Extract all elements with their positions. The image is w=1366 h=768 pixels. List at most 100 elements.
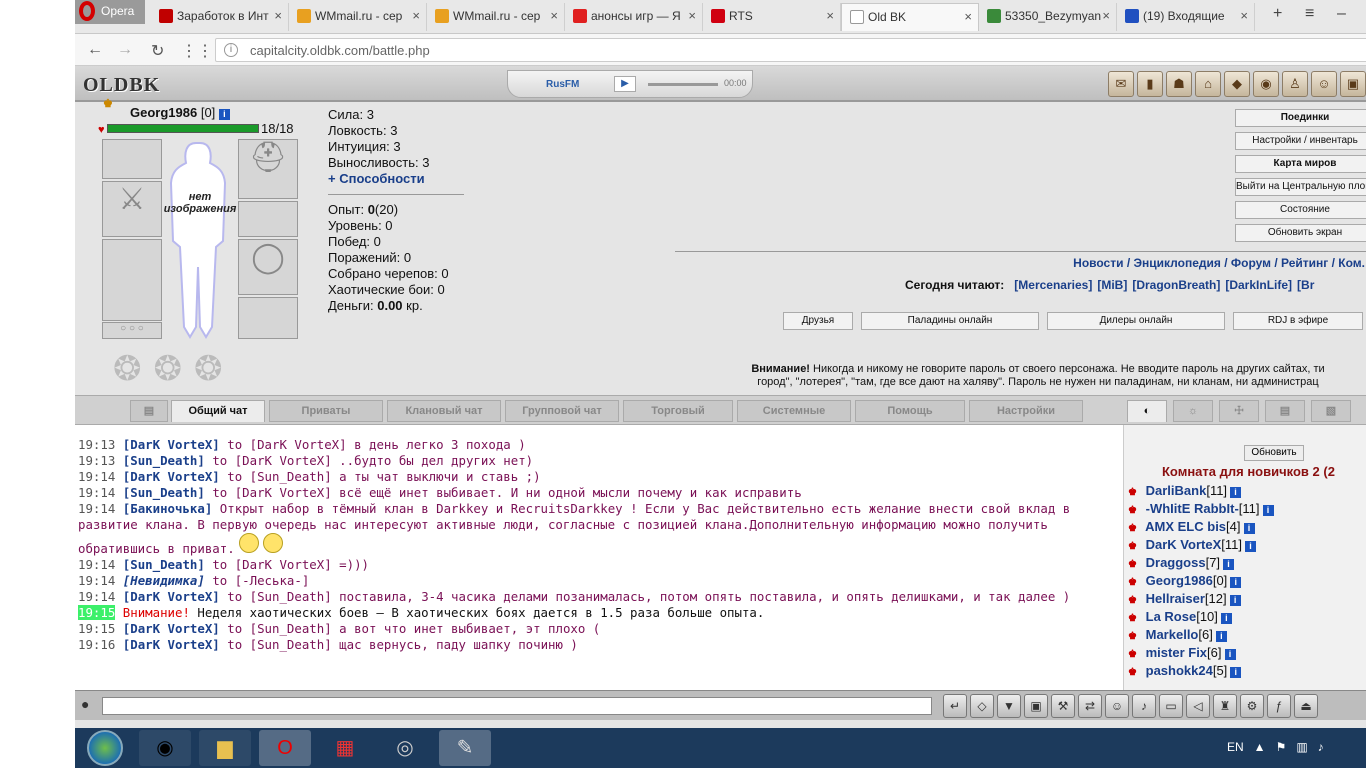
clan-link[interactable]: [DarkInLife] — [1225, 278, 1292, 292]
action-button[interactable]: Настройки / инвентарь — [1235, 132, 1366, 150]
chat-tool-icon[interactable]: ♜ — [1213, 694, 1237, 718]
chat-tool-icon[interactable]: ⇄ — [1078, 694, 1102, 718]
action-button[interactable]: Поединки — [1235, 109, 1366, 127]
browser-tab[interactable]: RTS × — [703, 3, 841, 31]
chat-tool-icon[interactable]: ◁ — [1186, 694, 1210, 718]
user-name[interactable]: mister Fix — [1146, 645, 1207, 660]
chat-target[interactable]: [Sun_Death] — [250, 637, 332, 652]
toolbar-icon[interactable]: ▣ — [1340, 71, 1366, 97]
browser-tab[interactable]: анонсы игр — Я × — [565, 3, 703, 31]
slot-boots[interactable] — [238, 297, 298, 339]
tab-close-icon[interactable]: × — [1102, 8, 1110, 23]
chat-nick[interactable]: [DarK VorteX] — [123, 469, 220, 484]
play-button[interactable]: ▶ — [614, 76, 636, 92]
chat-nick[interactable]: [Sun_Death] — [123, 453, 205, 468]
chat-nick[interactable]: [Sun_Death] — [123, 485, 205, 500]
info-icon[interactable]: i — [1224, 649, 1236, 660]
chat-tab[interactable]: Клановый чат — [387, 400, 501, 422]
tab-menu-icon[interactable]: ≡ — [1305, 5, 1314, 23]
chat-nick[interactable]: [DarK VorteX] — [123, 621, 220, 636]
info-icon[interactable]: i — [1230, 667, 1242, 678]
new-tab-icon[interactable]: + — [1273, 5, 1282, 23]
info-icon[interactable]: i — [1230, 487, 1242, 498]
chat-tool-icon[interactable]: ▣ — [1024, 694, 1048, 718]
user-entry[interactable]: ♚ mister Fix[6] i — [1128, 645, 1236, 660]
chat-nick[interactable]: [Sun_Death] — [123, 557, 205, 572]
user-name[interactable]: pashokk24 — [1146, 663, 1213, 678]
user-name[interactable]: DarliBank — [1146, 483, 1207, 498]
chat-tool-icon[interactable]: ↵ — [943, 694, 967, 718]
chat-target[interactable]: [Sun_Death] — [250, 621, 332, 636]
volume-slider[interactable] — [648, 83, 718, 86]
apps-icon[interactable]: ▦ — [319, 730, 371, 766]
chat-tab[interactable]: Настройки — [969, 400, 1083, 422]
clan-link[interactable]: [DragonBreath] — [1132, 278, 1220, 292]
chat-input[interactable] — [102, 697, 932, 715]
userlist-tab[interactable]: ◐ — [1127, 400, 1167, 422]
tab-close-icon[interactable]: × — [274, 8, 282, 23]
tab-close-icon[interactable]: × — [1240, 8, 1248, 23]
news-links[interactable]: Новости / Энциклопедия / Форум / Рейтинг… — [675, 256, 1366, 270]
info-icon[interactable]: i — [1215, 631, 1227, 642]
slot-helmet[interactable]: ⛑ — [238, 139, 298, 199]
browser-tab[interactable]: Заработок в Инт × — [151, 3, 289, 31]
user-name[interactable]: Georg1986 — [1146, 573, 1213, 588]
browser-tab[interactable]: WMmail.ru - сер × — [289, 3, 427, 31]
action-button[interactable]: Обновить экран — [1235, 224, 1366, 242]
slot-rings[interactable]: ○ ○ ○ — [102, 322, 162, 339]
chat-tab[interactable]: Помощь — [855, 400, 965, 422]
chat-tool-icon[interactable]: ◇ — [970, 694, 994, 718]
toolbar-icon[interactable]: ▮ — [1137, 71, 1163, 97]
minimize-icon[interactable]: – — [1337, 5, 1346, 23]
user-name[interactable]: -WhIitE RabbIt- — [1146, 501, 1239, 516]
tab-close-icon[interactable]: × — [826, 8, 834, 23]
chat-nick[interactable]: [DarK VorteX] — [123, 437, 220, 452]
slot-shield[interactable]: ◯ — [238, 239, 298, 295]
chat-nick[interactable]: [DarK VorteX] — [123, 637, 220, 652]
explorer-icon[interactable]: ▆ — [199, 730, 251, 766]
userlist-tab[interactable]: ▧ — [1311, 400, 1351, 422]
chat-tool-icon[interactable]: ▭ — [1159, 694, 1183, 718]
clan-link[interactable]: [Mercenaries] — [1014, 278, 1092, 292]
url-field[interactable]: i capitalcity.oldbk.com/battle.php — [215, 38, 1366, 62]
user-entry[interactable]: ♚ DarK VorteX[11] i — [1128, 537, 1256, 552]
user-name[interactable]: DarK VorteX — [1146, 537, 1222, 552]
slot-gloves[interactable] — [238, 201, 298, 237]
user-name[interactable]: AMX ELC bis — [1145, 519, 1226, 534]
slot-armor[interactable] — [102, 239, 162, 321]
chat-tool-icon[interactable]: ♪ — [1132, 694, 1156, 718]
info-icon[interactable]: i — [1230, 577, 1242, 588]
chat-settings-icon[interactable]: ▤ — [130, 400, 168, 422]
action-button[interactable]: Выйти на Центральную площадь — [1235, 178, 1366, 196]
link-button[interactable]: Паладины онлайн — [861, 312, 1039, 330]
info-icon[interactable]: i — [1220, 613, 1232, 624]
link-button[interactable]: RDJ в эфире — [1233, 312, 1363, 330]
flag-icon[interactable]: ⚑ — [1276, 740, 1287, 754]
chat-tool-icon[interactable]: ⚙ — [1240, 694, 1264, 718]
chat-target[interactable]: [DarK VorteX] — [250, 437, 347, 452]
chat-tool-icon[interactable]: ƒ — [1267, 694, 1291, 718]
user-name[interactable]: Draggoss — [1146, 555, 1206, 570]
userlist-tab[interactable]: ☼ — [1173, 400, 1213, 422]
user-entry[interactable]: ♚ DarliBank[11] i — [1128, 483, 1242, 498]
user-entry[interactable]: ♚ pashokk24[5] i — [1128, 663, 1242, 678]
browser-tab[interactable]: WMmail.ru - сер × — [427, 3, 565, 31]
user-name[interactable]: La Rose — [1146, 609, 1197, 624]
back-icon[interactable]: ← — [87, 41, 103, 59]
chrome-icon[interactable]: ◉ — [139, 730, 191, 766]
chat-target[interactable]: [DarK VorteX] — [235, 557, 332, 572]
forward-icon[interactable]: → — [117, 41, 133, 59]
browser-tab[interactable]: 53350_Bezymyan × — [979, 3, 1117, 31]
clan-link[interactable]: [Br — [1297, 278, 1314, 292]
link-button[interactable]: Дилеры онлайн — [1047, 312, 1225, 330]
chat-tool-icon[interactable]: ☺ — [1105, 694, 1129, 718]
info-icon[interactable]: i — [1262, 505, 1274, 516]
refresh-button[interactable]: Обновить — [1244, 445, 1304, 461]
userlist-tab[interactable]: ☩ — [1219, 400, 1259, 422]
info-icon[interactable]: i — [218, 109, 230, 120]
tray-arrow-icon[interactable]: ▲ — [1254, 740, 1266, 754]
chat-tool-icon[interactable]: ⏏ — [1294, 694, 1318, 718]
user-entry[interactable]: ♚ -WhIitE RabbIt-[11] i — [1128, 501, 1274, 516]
user-entry[interactable]: ♚ Draggoss[7] i — [1128, 555, 1235, 570]
info-icon[interactable]: i — [1223, 559, 1235, 570]
